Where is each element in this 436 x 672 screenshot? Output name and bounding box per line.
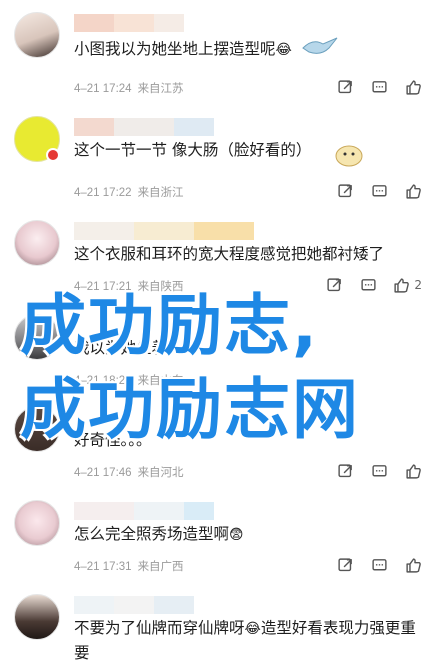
- like-button[interactable]: 2: [393, 276, 422, 294]
- username-blurred[interactable]: [74, 222, 254, 240]
- comment-icon[interactable]: [370, 78, 388, 96]
- avatar[interactable]: [14, 500, 60, 546]
- comment-time: 4–21 17:22: [74, 187, 132, 199]
- thumb-up-icon[interactable]: [404, 462, 422, 480]
- avatar[interactable]: [14, 12, 60, 58]
- comment-item: 不要为了仙牌而穿仙牌呀😂造型好看表现力强更重要: [0, 594, 436, 672]
- share-icon[interactable]: [336, 462, 354, 480]
- share-icon[interactable]: [336, 556, 354, 574]
- watermark-line-1: 成功励志,: [20, 287, 320, 364]
- comment-icon[interactable]: [370, 462, 388, 480]
- thumb-up-icon[interactable]: [404, 182, 422, 200]
- comment-time: 4–21 17:46: [74, 467, 132, 479]
- laughing-emoji: 😂: [275, 41, 292, 58]
- comment-meta: 4–21 17:24 来自江苏: [74, 80, 190, 96]
- comment-meta: 4–21 17:46 来自河北: [74, 464, 190, 480]
- comment-text: 这个衣服和耳环的宽大程度感觉把她都衬矮了: [74, 245, 385, 263]
- comment-icon[interactable]: [370, 556, 388, 574]
- comment-text: 这个一节一节 像大肠（脸好看的）: [74, 141, 312, 159]
- comment-time: 4–21 17:24: [74, 83, 132, 95]
- like-count: 2: [414, 278, 422, 292]
- laughing-emoji: 😂: [244, 620, 261, 637]
- comment-location: 来自广西: [137, 561, 184, 573]
- bird-sticker-icon: [301, 34, 339, 65]
- comment-item: 小图我以为她坐地上摆造型呢😂 4–21 17:24 来自江苏: [0, 12, 436, 104]
- comment-text: 不要为了仙牌而穿仙牌呀😂造型好看表现力强更重要: [74, 616, 424, 665]
- comment-item: 怎么完全照秀场造型啊😨 4–21 17:31 来自广西: [0, 500, 436, 586]
- comment-text: 小图我以为她坐地上摆造型呢😂: [74, 34, 339, 65]
- username-blurred[interactable]: [74, 118, 214, 136]
- comment-meta: 4–21 17:22 来自浙江: [74, 184, 190, 200]
- verified-badge: [46, 148, 60, 162]
- share-icon[interactable]: [325, 276, 343, 294]
- comment-location: 来自河北: [137, 467, 184, 479]
- comment-time: 4–21 17:31: [74, 561, 132, 573]
- username-blurred[interactable]: [74, 502, 214, 520]
- comment-icon[interactable]: [359, 276, 377, 294]
- comment-text: 怎么完全照秀场造型啊😨: [74, 522, 244, 547]
- cartoon-sticker-icon: [334, 140, 364, 172]
- share-icon[interactable]: [336, 78, 354, 96]
- username-blurred[interactable]: [74, 596, 194, 614]
- share-icon[interactable]: [336, 182, 354, 200]
- comment-item: 这个一节一节 像大肠（脸好看的） 4–21 17:22 来自浙江: [0, 116, 436, 208]
- avatar[interactable]: [14, 594, 60, 640]
- thumb-up-icon: [394, 277, 410, 293]
- comment-meta: 4–21 17:31 来自广西: [74, 558, 190, 574]
- avatar[interactable]: [14, 220, 60, 266]
- thumb-up-icon[interactable]: [404, 78, 422, 96]
- username-blurred[interactable]: [74, 14, 184, 32]
- shocked-emoji: 😨: [229, 526, 244, 543]
- watermark-line-2: 成功励志网: [20, 371, 360, 448]
- comment-location: 来自浙江: [137, 187, 184, 199]
- thumb-up-icon[interactable]: [404, 556, 422, 574]
- comment-location: 来自江苏: [137, 83, 184, 95]
- comment-icon[interactable]: [370, 182, 388, 200]
